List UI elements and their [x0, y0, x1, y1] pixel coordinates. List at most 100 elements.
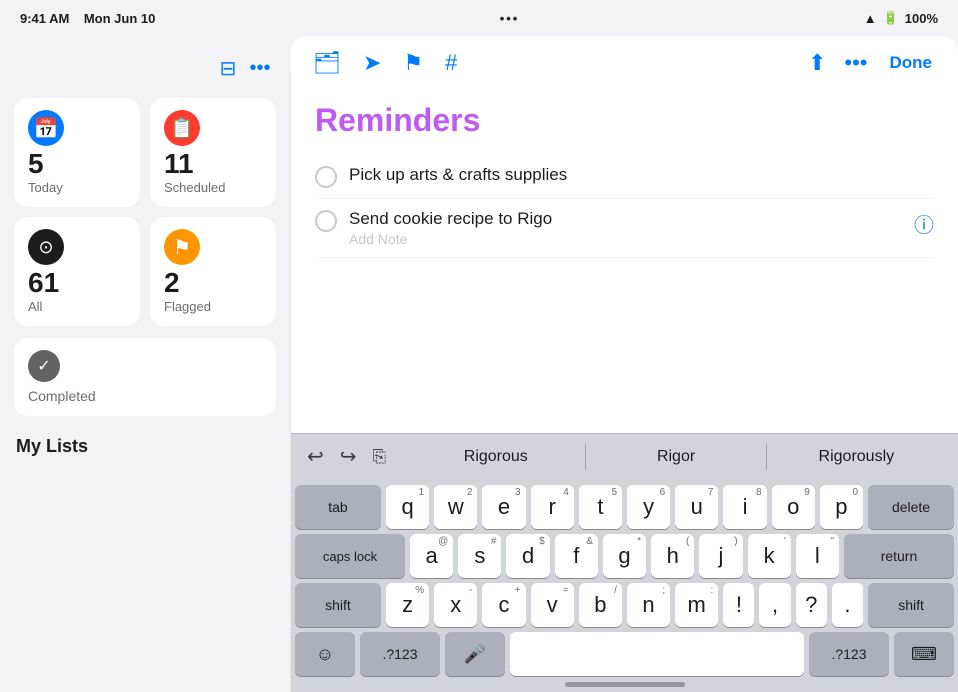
key-v[interactable]: =v	[531, 583, 574, 627]
toolbar-left: 🗂 ➤ ⚑ #	[311, 48, 459, 78]
tag-icon: #	[445, 50, 457, 76]
key-period[interactable]: .	[832, 583, 863, 627]
key-x[interactable]: -x	[434, 583, 477, 627]
status-time: 9:41 AM	[20, 11, 69, 26]
key-s[interactable]: #s	[458, 534, 501, 578]
all-smart-list[interactable]: ⊙ 61 All	[14, 217, 140, 326]
reminder-text-2: Send cookie recipe to Rigo	[349, 209, 902, 229]
shift-right-key[interactable]: shift	[868, 583, 954, 627]
more-icon: •••	[844, 50, 867, 76]
paste-button[interactable]: ⎘	[369, 445, 391, 469]
my-lists-header: My Lists	[14, 432, 276, 461]
key-h[interactable]: (h	[651, 534, 694, 578]
scheduled-smart-list[interactable]: 📋 11 Scheduled	[150, 98, 276, 207]
suggestion-2[interactable]: Rigor	[586, 444, 766, 470]
key-p[interactable]: 0p	[820, 485, 863, 529]
key-t[interactable]: 5t	[579, 485, 622, 529]
home-bar	[565, 682, 685, 687]
space-key[interactable]	[510, 632, 804, 676]
microphone-key[interactable]: 🎤	[445, 632, 505, 676]
key-o[interactable]: 9o	[772, 485, 815, 529]
key-r[interactable]: 4r	[531, 485, 574, 529]
key-g[interactable]: *g	[603, 534, 646, 578]
key-u[interactable]: 7u	[675, 485, 718, 529]
share-icon: ⬆	[808, 50, 826, 76]
share-button[interactable]: ⬆	[806, 48, 828, 78]
status-right: ▲ 🔋 100%	[864, 10, 938, 26]
sidebar-toggle-button[interactable]: ⊟	[212, 52, 244, 84]
caps-lock-key[interactable]: caps lock	[295, 534, 405, 578]
key-l[interactable]: "l	[796, 534, 839, 578]
key-z[interactable]: %z	[386, 583, 429, 627]
reminder-item-2[interactable]: Send cookie recipe to Rigo Add Note ⓘ	[315, 199, 934, 258]
done-button[interactable]: Done	[884, 51, 939, 75]
key-d[interactable]: $d	[506, 534, 549, 578]
key-w[interactable]: 2w	[434, 485, 477, 529]
location-toolbar-button[interactable]: ➤	[361, 48, 383, 78]
flagged-count: 2	[164, 269, 262, 297]
key-n[interactable]: ;n	[627, 583, 670, 627]
key-a[interactable]: @a	[410, 534, 453, 578]
suggestion-3[interactable]: Rigorously	[767, 444, 946, 470]
delete-key[interactable]: delete	[868, 485, 954, 529]
calendar-toolbar-button[interactable]: 🗂	[311, 48, 343, 78]
reminder-circle-2[interactable]	[315, 210, 337, 232]
tag-toolbar-button[interactable]: #	[443, 48, 459, 78]
today-icon-row: 📅	[28, 110, 126, 146]
key-k[interactable]: 'k	[748, 534, 791, 578]
location-icon: ➤	[363, 50, 381, 76]
redo-button[interactable]: ↪	[336, 442, 361, 471]
keyboard-bottom-row: ☺ .?123 🎤 .?123 ⌨	[295, 632, 954, 676]
all-icon-row: ⊙	[28, 229, 126, 265]
key-exclamation[interactable]: !	[723, 583, 754, 627]
keyboard-hide-key[interactable]: ⌨	[894, 632, 954, 676]
reminder-info-button[interactable]: ⓘ	[914, 209, 934, 238]
battery-level: 100%	[905, 11, 938, 26]
key-f[interactable]: &f	[555, 534, 598, 578]
tab-key[interactable]: tab	[295, 485, 381, 529]
sidebar-more-button[interactable]: •••	[244, 52, 276, 84]
key-i[interactable]: 8i	[723, 485, 766, 529]
calendar-icon: 🗂	[313, 50, 341, 76]
key-comma[interactable]: ,	[759, 583, 790, 627]
keyboard-row-1: tab 1q 2w 3e 4r 5t 6y 7u 8i 9o 0p delete	[295, 485, 954, 529]
autocomplete-suggestions: Rigorous Rigor Rigorously	[406, 444, 946, 470]
key-c[interactable]: +c	[482, 583, 525, 627]
undo-icon: ↩	[307, 446, 324, 468]
num-key-right[interactable]: .?123	[809, 632, 889, 676]
return-key[interactable]: return	[844, 534, 954, 578]
num-key-left[interactable]: .?123	[360, 632, 440, 676]
reminder-circle-1[interactable]	[315, 166, 337, 188]
key-y[interactable]: 6y	[627, 485, 670, 529]
status-dots: •••	[500, 11, 520, 26]
key-question[interactable]: ?	[796, 583, 827, 627]
completed-label: Completed	[28, 388, 262, 404]
smart-lists-grid: 📅 5 Today 📋 11 Scheduled ⊙ 61 All	[14, 98, 276, 326]
scheduled-label: Scheduled	[164, 180, 262, 195]
toolbar: 🗂 ➤ ⚑ # ⬆ ••• Done	[291, 36, 958, 86]
reminder-text-1: Pick up arts & crafts supplies	[349, 165, 934, 185]
status-date: Mon Jun 10	[84, 11, 156, 26]
key-q[interactable]: 1q	[386, 485, 429, 529]
key-m[interactable]: :m	[675, 583, 718, 627]
key-b[interactable]: /b	[579, 583, 622, 627]
flagged-label: Flagged	[164, 299, 262, 314]
wifi-icon: ▲	[864, 11, 877, 26]
completed-card[interactable]: ✓ Completed	[14, 338, 276, 416]
shift-left-key[interactable]: shift	[295, 583, 381, 627]
add-note-text[interactable]: Add Note	[349, 231, 902, 247]
all-label: All	[28, 299, 126, 314]
emoji-key[interactable]: ☺	[295, 632, 355, 676]
more-options-button[interactable]: •••	[842, 48, 869, 78]
flagged-icon: ⚑	[164, 229, 200, 265]
suggestion-1[interactable]: Rigorous	[406, 444, 586, 470]
app-container: ⊟ ••• 📅 5 Today 📋 11 Scheduled ⊙	[0, 36, 958, 692]
today-smart-list[interactable]: 📅 5 Today	[14, 98, 140, 207]
home-indicator	[295, 680, 954, 688]
flagged-smart-list[interactable]: ⚑ 2 Flagged	[150, 217, 276, 326]
main-content: 🗂 ➤ ⚑ # ⬆ ••• Done	[291, 36, 958, 692]
key-e[interactable]: 3e	[482, 485, 525, 529]
key-j[interactable]: )j	[699, 534, 742, 578]
flag-toolbar-button[interactable]: ⚑	[401, 48, 425, 78]
undo-button[interactable]: ↩	[303, 442, 328, 471]
